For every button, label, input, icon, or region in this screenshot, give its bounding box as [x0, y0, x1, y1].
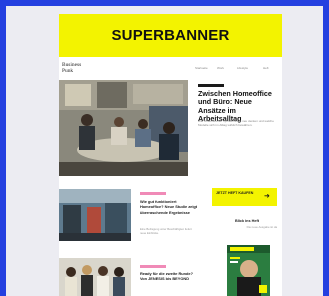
- magazine-cover-art: [227, 245, 270, 296]
- article-2-headline[interactable]: Ready für die zweite Runde? Von JENESIS …: [140, 271, 198, 282]
- nav-item-heft[interactable]: Heft: [263, 66, 269, 70]
- site-header: Business Punk Startseite Work Lifestyle …: [59, 57, 282, 79]
- issue-preview-text: Die neue Ausgabe ist da: [246, 225, 277, 229]
- article-2-image[interactable]: [59, 258, 131, 296]
- hero-teaser: Wie Unternehmen hybride Arbeit neu denke…: [198, 119, 274, 127]
- superbanner-label: SUPERBANNER: [111, 27, 230, 44]
- website-preview: Business Punk Startseite Work Lifestyle …: [59, 57, 282, 296]
- hero-image[interactable]: [59, 80, 188, 176]
- article-1-photo: [59, 189, 131, 241]
- arrow-right-icon: ➜: [264, 193, 270, 200]
- article-1-teaser: Eine Befragung unter Beschäftigten liefe…: [140, 227, 192, 235]
- superbanner-ad-slot[interactable]: SUPERBANNER: [59, 14, 282, 57]
- hero-category-tag[interactable]: [198, 84, 224, 87]
- site-logo[interactable]: Business Punk: [62, 62, 81, 74]
- article-2-category-tag[interactable]: [140, 265, 166, 268]
- issue-preview-heading: Blick ins Heft: [235, 219, 260, 223]
- article-1-image[interactable]: [59, 189, 131, 241]
- buy-issue-label: JETZT HEFT KAUFEN: [216, 191, 254, 195]
- article-1-category-tag[interactable]: [140, 192, 166, 195]
- nav-item-work[interactable]: Work: [217, 66, 224, 70]
- site-logo-line-2: Punk: [62, 67, 74, 74]
- nav-item-startseite[interactable]: Startseite: [195, 66, 208, 70]
- buy-issue-cta[interactable]: JETZT HEFT KAUFEN ➜: [212, 188, 277, 206]
- ad-preview-frame: SUPERBANNER Business Punk Startseite Wor…: [6, 6, 323, 296]
- magazine-cover[interactable]: [227, 245, 270, 296]
- nav-item-lifestyle[interactable]: Lifestyle: [237, 66, 248, 70]
- hero-photo-office-meeting: [59, 80, 188, 176]
- article-1-headline[interactable]: Wie gut funktioniert Homeoffice? Neue St…: [140, 199, 198, 215]
- article-2-photo: [59, 258, 131, 296]
